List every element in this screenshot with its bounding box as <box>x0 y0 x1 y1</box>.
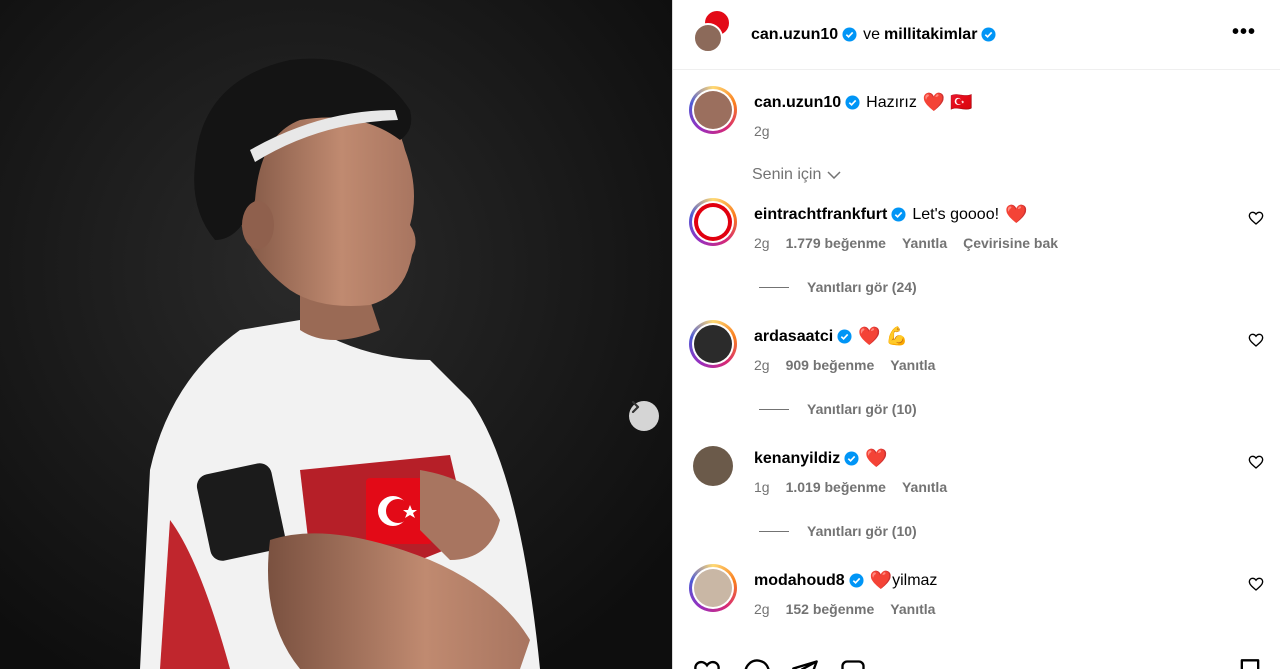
heart-outline-icon[interactable] <box>1248 210 1264 226</box>
reply-button[interactable]: Yanıtla <box>890 601 935 617</box>
comment-username[interactable]: modahoud8 <box>754 572 845 590</box>
verified-icon <box>842 27 857 42</box>
view-replies-button[interactable]: Yanıtları gör (10) <box>759 523 917 539</box>
comment-avatar[interactable] <box>689 198 737 246</box>
view-replies-button[interactable]: Yanıtları gör (10) <box>759 401 917 417</box>
view-replies-label: Yanıtları gör (24) <box>807 279 917 295</box>
comment-username[interactable]: ardasaatci <box>754 328 833 346</box>
comment-emoji: ❤️ <box>869 570 893 590</box>
reply-button[interactable]: Yanıtla <box>902 235 947 251</box>
save-icon[interactable] <box>1236 658 1264 669</box>
comment-likes[interactable]: 152 beğenme <box>786 601 875 617</box>
comment-username[interactable]: kenanyildiz <box>754 450 840 468</box>
sort-label: Senin için <box>752 166 822 183</box>
replies-divider <box>759 408 789 410</box>
coauthor-username[interactable]: millitakimlar <box>884 26 977 44</box>
comment-avatar[interactable] <box>693 446 733 486</box>
comment-likes[interactable]: 1.779 beğenme <box>786 235 886 251</box>
comment-emoji: ❤️ <box>865 448 888 468</box>
comment-sort-dropdown[interactable]: Senin için <box>752 166 841 184</box>
translate-button[interactable]: Çevirisine bak <box>963 235 1058 251</box>
player-photo <box>0 0 672 669</box>
view-replies-label: Yanıtları gör (10) <box>807 401 917 417</box>
post-header: can.uzun10 ve millitakimlar ••• <box>673 0 1280 70</box>
collab-avatars[interactable] <box>693 8 733 55</box>
reply-button[interactable]: Yanıtla <box>890 357 935 373</box>
verified-icon <box>849 573 864 588</box>
post-image[interactable] <box>0 0 672 669</box>
comment-likes[interactable]: 1.019 beğenme <box>786 479 886 495</box>
heart-outline-icon[interactable] <box>693 658 721 669</box>
comment-likes[interactable]: 909 beğenme <box>786 357 875 373</box>
repost-icon[interactable] <box>839 658 867 669</box>
author-avatar[interactable] <box>693 22 723 53</box>
comment-time: 2g <box>754 601 770 617</box>
author-username[interactable]: can.uzun10 <box>751 26 838 44</box>
comment-icon[interactable] <box>743 658 771 669</box>
next-arrow-icon <box>631 401 640 413</box>
comment-time: 1g <box>754 479 770 495</box>
verified-icon <box>891 207 906 222</box>
comment-username[interactable]: eintrachtfrankfurt <box>754 206 887 224</box>
verified-icon <box>845 95 860 110</box>
view-replies-label: Yanıtları gör (10) <box>807 523 917 539</box>
caption-text: Hazırız <box>866 93 917 111</box>
heart-outline-icon[interactable] <box>1248 454 1264 470</box>
more-options-icon[interactable]: ••• <box>1232 22 1256 42</box>
collab-conjunction: ve <box>863 25 881 43</box>
action-bar <box>689 658 1264 669</box>
comment-text: Let's goooo! <box>912 205 1000 223</box>
verified-icon <box>981 27 996 42</box>
view-replies-button[interactable]: Yanıtları gör (24) <box>759 279 917 295</box>
next-image-button[interactable] <box>629 401 659 431</box>
heart-outline-icon[interactable] <box>1248 576 1264 592</box>
verified-icon <box>844 451 859 466</box>
caption-time: 2g <box>754 123 770 139</box>
verified-icon <box>837 329 852 344</box>
comment-time: 2g <box>754 357 770 373</box>
caption-username[interactable]: can.uzun10 <box>754 94 841 112</box>
comment-avatar[interactable] <box>689 564 737 612</box>
comments-list: can.uzun10 Hazırız ❤️ 🇹🇷 2g Senin için e… <box>673 70 1280 669</box>
reply-button[interactable]: Yanıtla <box>902 479 947 495</box>
chevron-down-icon <box>827 171 841 179</box>
replies-divider <box>759 530 789 532</box>
comment-text: yilmaz <box>892 571 938 589</box>
comment-time: 2g <box>754 235 770 251</box>
comment-emoji: ❤️ 💪 <box>858 326 908 346</box>
comment-emoji: ❤️ <box>1005 204 1028 224</box>
replies-divider <box>759 286 789 288</box>
caption-emoji: ❤️ 🇹🇷 <box>922 92 973 112</box>
caption-avatar[interactable] <box>689 86 737 134</box>
share-icon[interactable] <box>791 658 819 669</box>
heart-outline-icon[interactable] <box>1248 332 1264 348</box>
comment-avatar[interactable] <box>689 320 737 368</box>
post-sidebar: can.uzun10 ve millitakimlar ••• can.uzun… <box>672 0 1280 669</box>
